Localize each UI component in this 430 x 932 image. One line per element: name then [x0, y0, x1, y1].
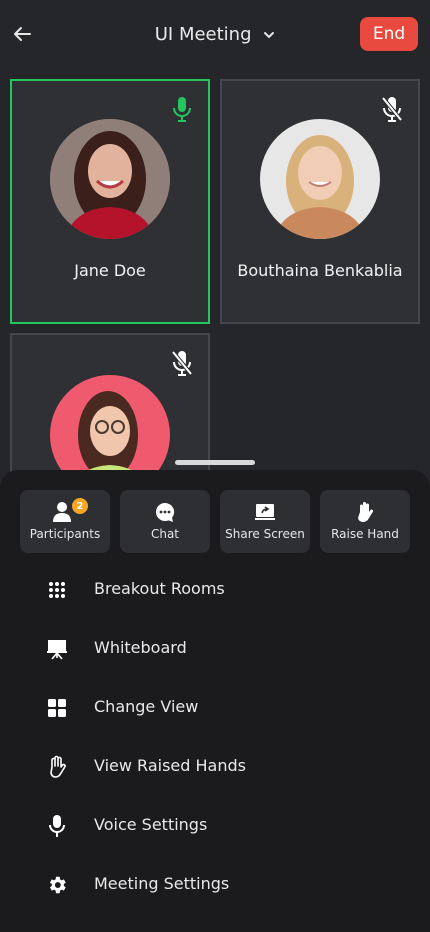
meeting-title: UI Meeting — [154, 24, 252, 45]
menu-item-view-raised-hands[interactable]: View Raised Hands — [0, 742, 430, 792]
share-screen-icon — [255, 504, 275, 520]
participants-button[interactable]: 2 Participants — [20, 490, 110, 553]
quick-action-label: Share Screen — [225, 527, 305, 541]
meeting-header: UI Meeting End — [0, 0, 430, 70]
quick-action-label: Chat — [150, 527, 180, 541]
menu-item-label: Meeting Settings — [94, 874, 230, 893]
quick-action-label: Raise Hand — [331, 527, 399, 541]
menu-item-label: Change View — [94, 697, 199, 716]
participant-name: Bouthaina Benkablia — [237, 261, 403, 280]
menu-item-whiteboard[interactable]: Whiteboard — [0, 624, 430, 674]
participant-tile[interactable] — [10, 333, 210, 495]
menu-item-voice-settings[interactable]: Voice Settings — [0, 801, 430, 851]
end-call-label: End — [372, 24, 406, 44]
menu-item-label: Voice Settings — [94, 815, 208, 834]
avatar — [50, 119, 170, 239]
chevron-down-icon — [264, 32, 275, 39]
participants-count-badge: 2 — [72, 498, 88, 514]
menu-item-label: View Raised Hands — [94, 756, 246, 775]
layout-grid-icon — [48, 699, 66, 717]
share-screen-button[interactable]: Share Screen — [220, 490, 310, 553]
menu-item-change-view[interactable]: Change View — [0, 683, 430, 733]
more-options-sheet: 2 Participants Chat Share Screen Raise H… — [0, 470, 430, 932]
avatar — [260, 119, 380, 239]
raise-hand-icon — [358, 502, 374, 522]
participant-tile[interactable]: Jane Doe — [10, 79, 210, 324]
menu-item-meeting-settings[interactable]: Meeting Settings — [0, 860, 430, 910]
whiteboard-icon — [47, 640, 67, 660]
hand-icon — [50, 755, 66, 778]
chat-icon — [155, 502, 175, 522]
mic-on-icon — [173, 97, 191, 122]
mic-off-icon — [171, 350, 193, 376]
raise-hand-button[interactable]: Raise Hand — [320, 490, 410, 553]
microphone-icon — [49, 815, 65, 837]
gear-icon — [49, 876, 66, 894]
mic-off-icon — [381, 96, 403, 122]
participant-tile[interactable]: Bouthaina Benkablia — [220, 79, 420, 324]
menu-item-label: Whiteboard — [94, 638, 187, 657]
chat-button[interactable]: Chat — [120, 490, 210, 553]
end-call-button[interactable]: End — [360, 17, 418, 51]
grid-dots-icon — [49, 582, 65, 598]
sheet-drag-handle[interactable] — [175, 460, 255, 465]
menu-item-breakout-rooms[interactable]: Breakout Rooms — [0, 565, 430, 615]
menu-item-label: Breakout Rooms — [94, 579, 225, 598]
quick-action-label: Participants — [29, 527, 101, 541]
participant-name: Jane Doe — [74, 261, 146, 280]
